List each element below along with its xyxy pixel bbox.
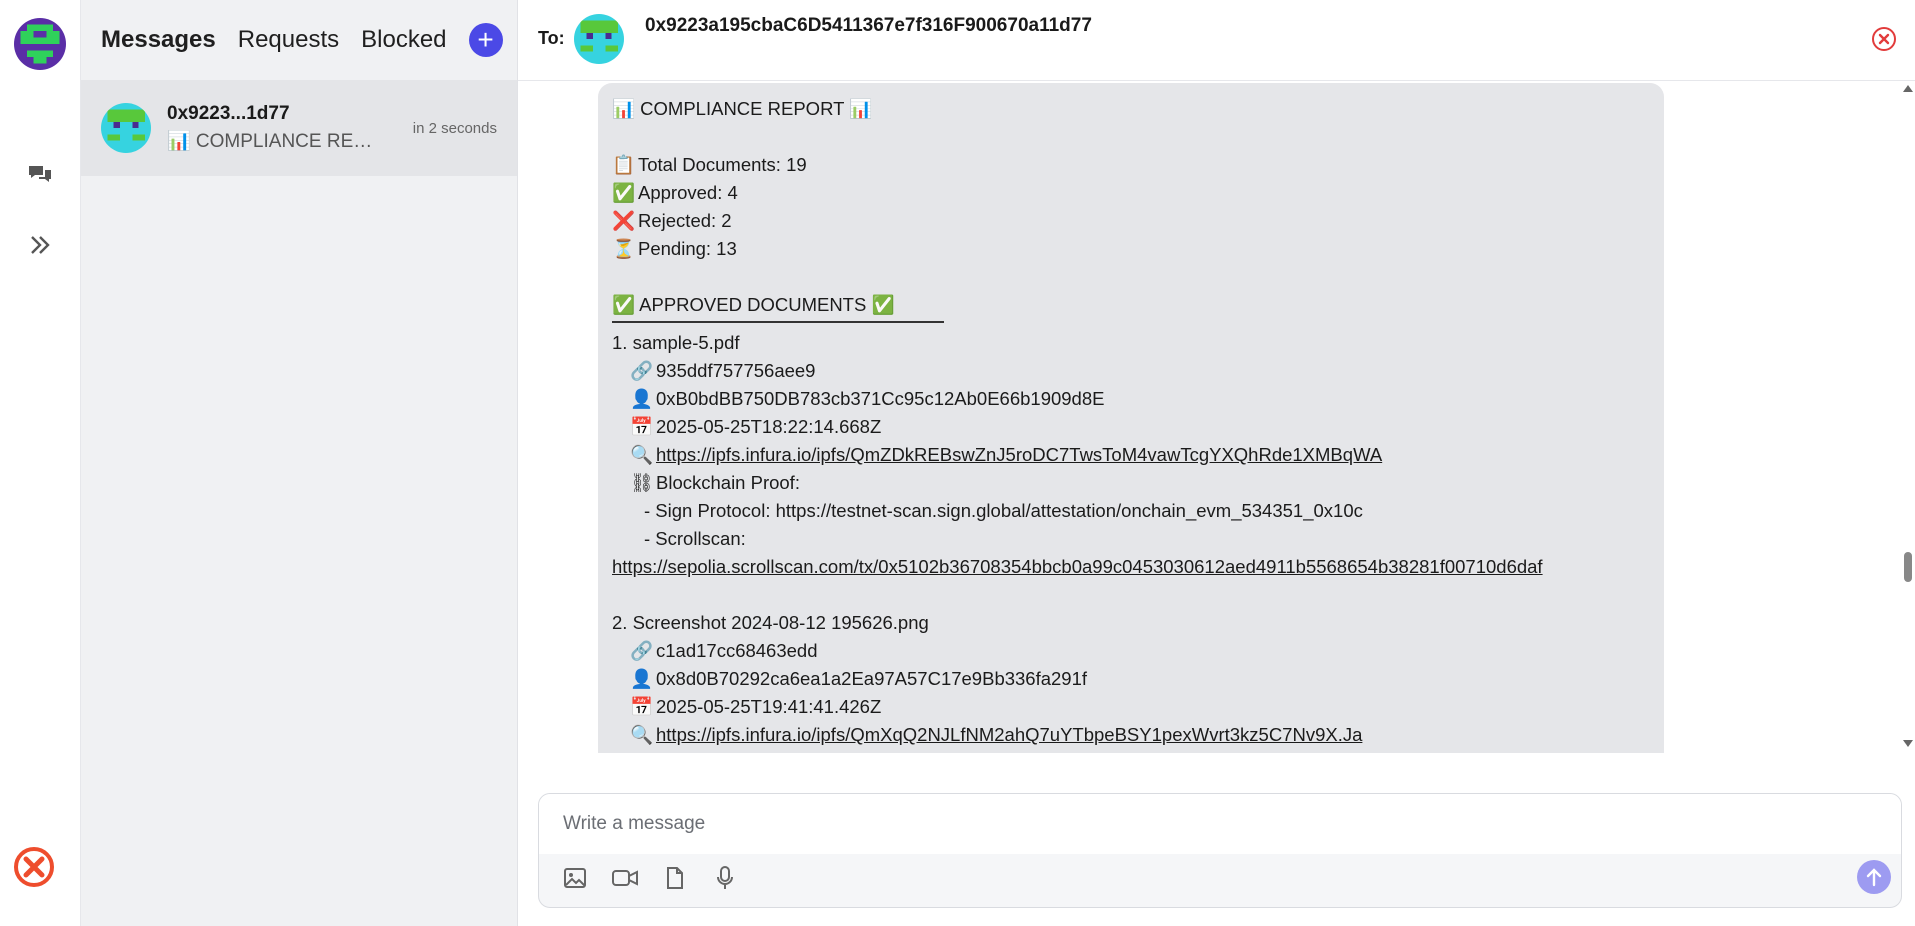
conversation-time: in 2 seconds bbox=[412, 119, 497, 137]
message-thread[interactable]: 📊 COMPLIANCE REPORT 📊 📋 Total Documents: … bbox=[518, 81, 1915, 753]
doc2-ipfs: 🔍 https://ipfs.infura.io/ipfs/QmXqQ2NJLfN… bbox=[612, 721, 1650, 749]
conversation-preview: 📊 COMPLIANCE REPORT 📊 bbox=[167, 131, 382, 152]
list-tabs: Messages Requests Blocked + bbox=[81, 0, 517, 80]
check-icon: ✅ bbox=[612, 182, 636, 203]
doc1-scrollscan-link[interactable]: https://sepolia.scrollscan.com/tx/0x5102… bbox=[612, 556, 1543, 577]
hourglass-icon: ⏳ bbox=[612, 238, 636, 259]
report-title: 📊 COMPLIANCE REPORT 📊 bbox=[612, 98, 873, 119]
doc1-ipfs-link[interactable]: https://ipfs.infura.io/ipfs/QmZDkREBswZn… bbox=[656, 444, 1382, 465]
user-icon: 👤 bbox=[630, 388, 654, 409]
left-rail bbox=[0, 0, 81, 926]
stat-total: 📋 Total Documents: 19 bbox=[612, 151, 1650, 179]
cross-icon: ❌ bbox=[612, 210, 636, 231]
doc1-date: 📅 2025-05-25T18:22:14.668Z bbox=[612, 413, 1650, 441]
stat-pending: ⏳ Pending: 13 bbox=[612, 235, 1650, 263]
arrow-up-icon bbox=[1866, 868, 1882, 887]
conversation-text: 0x9223...1d77 📊 COMPLIANCE REPORT 📊 bbox=[167, 103, 413, 153]
doc2-hash: 🔗 c1ad17cc68463edd bbox=[612, 637, 1650, 665]
stat-approved: ✅ Approved: 4 bbox=[612, 179, 1650, 207]
new-conversation-button[interactable]: + bbox=[468, 23, 503, 57]
doc1-owner: 👤 0xB0bdBB750DB783cb371Cc95c12Ab0E66b1909… bbox=[612, 385, 1650, 413]
scroll-up-icon[interactable] bbox=[1903, 85, 1913, 92]
link-icon: 🔗 bbox=[630, 360, 654, 381]
recipient-address: 0x9223a195cbaC6D5411367e7f316F900670a11d… bbox=[645, 15, 1092, 36]
clipboard-icon: 📋 bbox=[612, 154, 636, 175]
microphone-icon[interactable] bbox=[711, 864, 739, 892]
tab-blocked[interactable]: Blocked bbox=[361, 26, 446, 54]
magnifier-icon: 🔍 bbox=[630, 444, 654, 465]
video-icon[interactable] bbox=[611, 864, 639, 892]
doc1-scrollscan-label: - Scrollscan: bbox=[644, 528, 746, 549]
doc2-ipfs-link[interactable]: https://ipfs.infura.io/ipfs/QmXqQ2NJLfNM… bbox=[656, 724, 1362, 745]
doc2-date: 📅 2025-05-25T19:41:41.426Z bbox=[612, 693, 1650, 721]
user-avatar[interactable] bbox=[14, 18, 66, 70]
tab-messages[interactable]: Messages bbox=[101, 26, 216, 54]
file-icon[interactable] bbox=[661, 864, 689, 892]
image-icon[interactable] bbox=[561, 864, 589, 892]
divider bbox=[612, 321, 944, 323]
message-input[interactable] bbox=[539, 794, 1901, 854]
doc1-sign-protocol: - Sign Protocol: https://testnet-scan.si… bbox=[644, 500, 1363, 521]
composer-tools bbox=[561, 864, 739, 892]
approved-heading: ✅ APPROVED DOCUMENTS ✅ bbox=[612, 294, 895, 315]
expand-sidebar-icon[interactable] bbox=[20, 225, 60, 265]
chat-icon[interactable] bbox=[20, 155, 60, 195]
chain-icon: ⛓ bbox=[630, 472, 654, 493]
close-icon[interactable] bbox=[1871, 26, 1897, 52]
send-button[interactable] bbox=[1857, 860, 1891, 894]
tab-requests[interactable]: Requests bbox=[238, 26, 339, 54]
conversation-name: 0x9223...1d77 bbox=[167, 103, 290, 124]
user-icon: 👤 bbox=[630, 668, 654, 689]
scroll-thumb[interactable] bbox=[1904, 552, 1912, 582]
link-icon: 🔗 bbox=[630, 640, 654, 661]
doc1-ipfs: 🔍 https://ipfs.infura.io/ipfs/QmZDkREBswZ… bbox=[612, 441, 1650, 469]
conversation-avatar bbox=[101, 103, 151, 153]
doc1-title: 1. sample-5.pdf bbox=[612, 332, 740, 353]
conversation-list-item[interactable]: 0x9223...1d77 📊 COMPLIANCE REPORT 📊 in 2… bbox=[81, 80, 517, 176]
message-bubble: 📊 COMPLIANCE REPORT 📊 📋 Total Documents: … bbox=[598, 83, 1664, 753]
calendar-icon: 📅 bbox=[630, 416, 654, 437]
thread-scrollbar[interactable] bbox=[1901, 81, 1915, 753]
message-composer bbox=[538, 793, 1902, 908]
scroll-down-icon[interactable] bbox=[1903, 740, 1913, 747]
doc2-owner: 👤 0x8d0B70292ca6ea1a2Ea97A57C17e9Bb336fa2… bbox=[612, 665, 1650, 693]
stat-rejected: ❌ Rejected: 2 bbox=[612, 207, 1650, 235]
magnifier-icon: 🔍 bbox=[630, 724, 654, 745]
recipient-avatar bbox=[574, 14, 624, 64]
calendar-icon: 📅 bbox=[630, 696, 654, 717]
to-label: To: bbox=[538, 28, 565, 48]
conversation-list-panel: Messages Requests Blocked + 0x9223...1d7… bbox=[81, 0, 518, 926]
brand-logo-icon bbox=[13, 846, 55, 888]
doc2-title: 2. Screenshot 2024-08-12 195626.png bbox=[612, 612, 929, 633]
doc1-scrollscan: https://sepolia.scrollscan.com/tx/0x5102… bbox=[612, 553, 1650, 581]
doc1-proof: ⛓ Blockchain Proof: bbox=[612, 469, 1650, 497]
chat-header: To: 0x9223a195cbaC6D5411367e7f316F900670… bbox=[518, 0, 1915, 81]
doc1-hash: 🔗 935ddf757756aee9 bbox=[612, 357, 1650, 385]
